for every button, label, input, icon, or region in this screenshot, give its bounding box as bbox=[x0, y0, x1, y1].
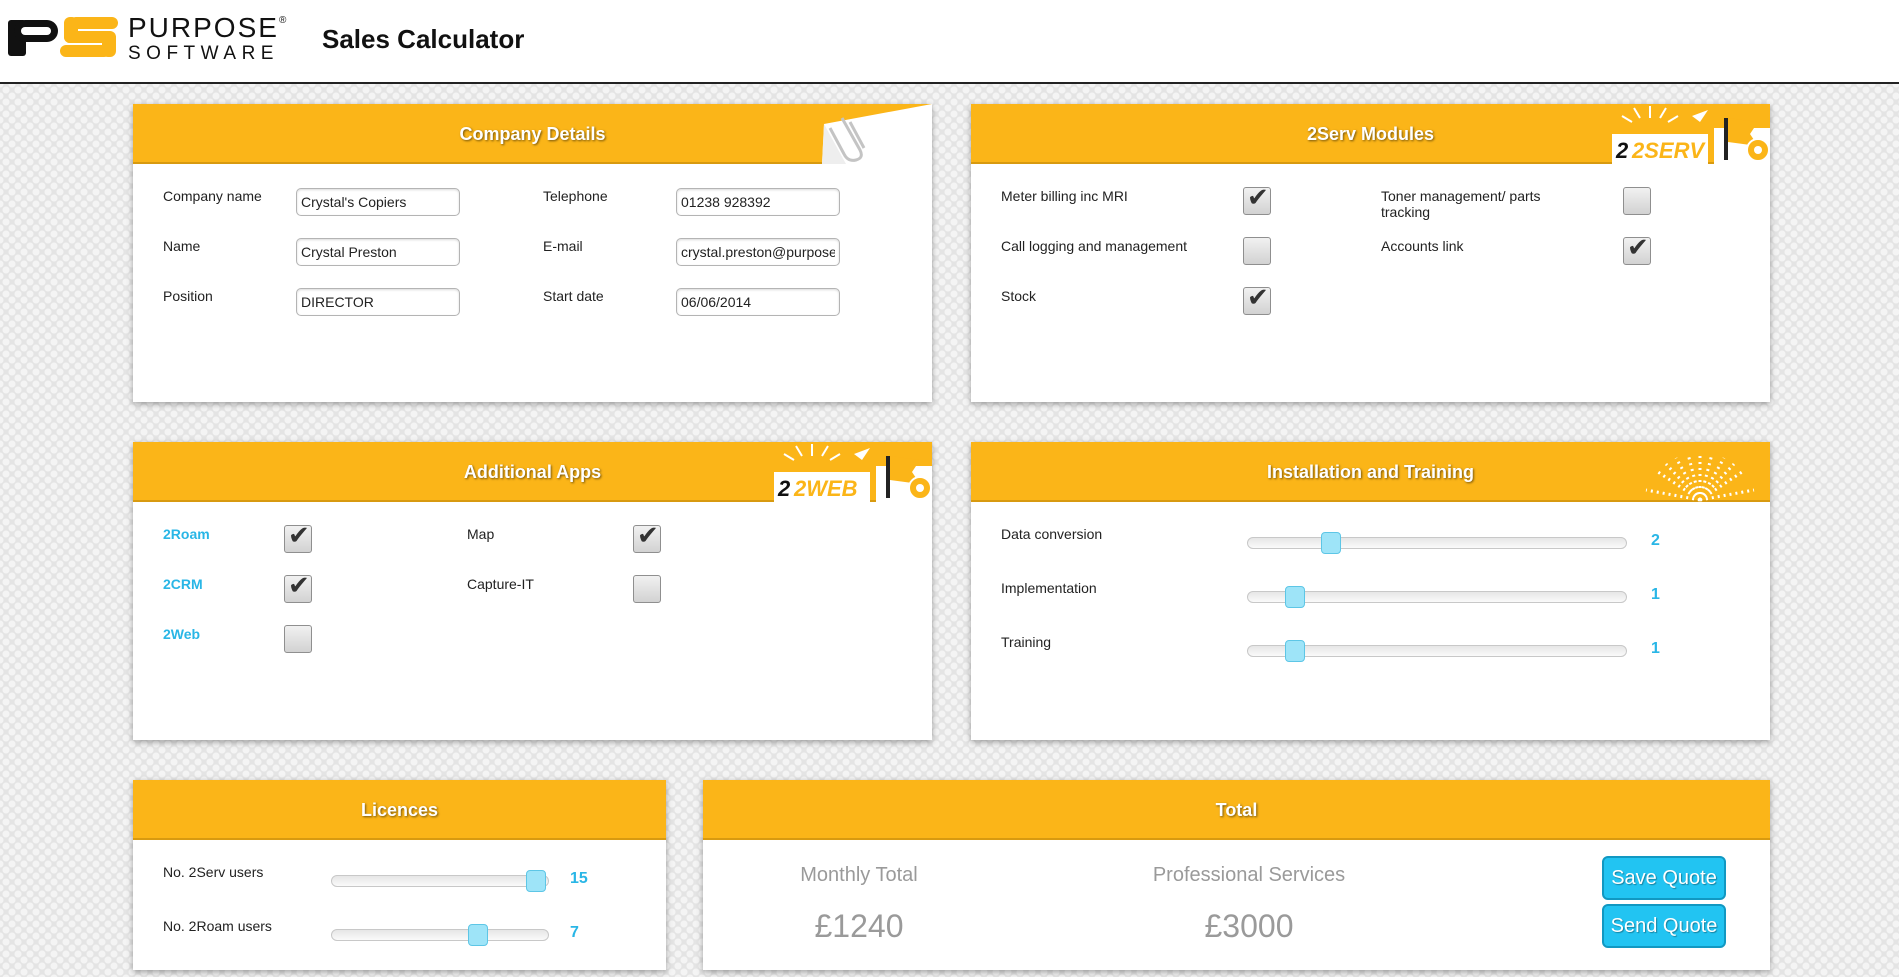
monthly-total-value: £1240 bbox=[814, 908, 904, 944]
module-label: Call logging and management bbox=[1001, 238, 1188, 254]
sunburst-icon bbox=[1645, 452, 1755, 502]
company-details-header: Company Details bbox=[133, 104, 932, 164]
installation-training-panel: Installation and Training Data conversio… bbox=[971, 442, 1770, 740]
paperclip-note-icon bbox=[822, 104, 932, 164]
purpose-software-logo bbox=[8, 17, 118, 57]
slider-label: No. 2Roam users bbox=[163, 918, 272, 934]
call-logging-checkbox[interactable]: ✔ bbox=[1243, 237, 1271, 265]
slider-value: 1 bbox=[1651, 586, 1660, 603]
app-label[interactable]: 2Web bbox=[163, 626, 200, 642]
2serv-modules-header: 2Serv Modules 2 2SERV bbox=[971, 104, 1770, 164]
2web-badge-icon: 2 2WEB bbox=[774, 444, 932, 502]
slider-label: Data conversion bbox=[1001, 526, 1103, 542]
company-name-input[interactable] bbox=[296, 188, 460, 216]
slider-handle[interactable] bbox=[1285, 586, 1306, 608]
app-label[interactable]: 2Roam bbox=[163, 526, 210, 542]
slider-value: 15 bbox=[570, 870, 588, 887]
slider-value: 2 bbox=[1651, 532, 1660, 549]
top-bar: PURPOSE® SOFTWARE Sales Calculator bbox=[0, 0, 1899, 84]
save-quote-button[interactable]: Save Quote bbox=[1602, 856, 1726, 900]
2roam-checkbox[interactable]: ✔ bbox=[284, 520, 312, 553]
total-header: Total bbox=[703, 780, 1770, 840]
slider-handle[interactable] bbox=[1285, 640, 1306, 662]
checkmark-icon: ✔ bbox=[288, 520, 310, 550]
logo-wordmark: PURPOSE® SOFTWARE bbox=[128, 12, 289, 64]
svg-text:2: 2 bbox=[1615, 138, 1629, 163]
slider-handle[interactable] bbox=[1320, 532, 1341, 554]
svg-text:2WEB: 2WEB bbox=[793, 476, 858, 501]
svg-text:2: 2 bbox=[777, 476, 791, 501]
toner-management-checkbox[interactable]: ✔ bbox=[1623, 187, 1651, 215]
app-label[interactable]: 2CRM bbox=[163, 576, 203, 592]
total-panel: Total Monthly Total £1240 Professional S… bbox=[703, 780, 1770, 970]
name-input[interactable] bbox=[296, 238, 460, 266]
checkmark-icon: ✔ bbox=[1627, 232, 1649, 262]
telephone-label: Telephone bbox=[543, 188, 608, 204]
start-date-input[interactable] bbox=[676, 288, 840, 316]
2serv-badge-icon: 2 2SERV bbox=[1612, 106, 1770, 164]
professional-services-value: £3000 bbox=[1204, 908, 1294, 944]
company-name-label: Company name bbox=[163, 188, 262, 204]
additional-apps-header: Additional Apps 2 2WEB bbox=[133, 442, 932, 502]
slider-value: 1 bbox=[1651, 640, 1660, 657]
page-title: Sales Calculator bbox=[322, 24, 525, 54]
installation-training-header: Installation and Training bbox=[971, 442, 1770, 502]
slider-label: No. 2Serv users bbox=[163, 864, 264, 880]
module-label: Accounts link bbox=[1381, 238, 1464, 254]
email-input[interactable] bbox=[676, 238, 840, 266]
implementation-slider[interactable] bbox=[1247, 586, 1627, 608]
panel-title: Total bbox=[1215, 800, 1258, 820]
name-label: Name bbox=[163, 238, 201, 254]
monthly-total-label: Monthly Total bbox=[800, 864, 918, 886]
stock-checkbox[interactable]: ✔ bbox=[1243, 282, 1271, 315]
send-quote-button[interactable]: Send Quote bbox=[1602, 904, 1726, 948]
professional-services-label: Professional Services bbox=[1152, 864, 1346, 886]
accounts-link-checkbox[interactable]: ✔ bbox=[1623, 232, 1651, 265]
licences-header: Licences bbox=[133, 780, 666, 840]
capture-it-checkbox[interactable]: ✔ bbox=[633, 575, 661, 603]
training-slider[interactable] bbox=[1247, 640, 1627, 662]
meter-billing-checkbox[interactable]: ✔ bbox=[1243, 182, 1271, 215]
panel-title: Licences bbox=[360, 800, 439, 820]
2serv-modules-panel: 2Serv Modules 2 2SERV Meter billing inc … bbox=[971, 104, 1770, 402]
app-label: Map bbox=[467, 526, 495, 542]
licences-panel: Licences No. 2Serv users 15 No. 2Roam us… bbox=[133, 780, 666, 970]
checkmark-icon: ✔ bbox=[1247, 282, 1269, 312]
company-details-panel: Company Details Company name Name Positi… bbox=[133, 104, 932, 402]
app-label: Capture-IT bbox=[467, 576, 534, 592]
module-label: Stock bbox=[1001, 288, 1037, 304]
2web-checkbox[interactable]: ✔ bbox=[284, 625, 312, 653]
start-date-label: Start date bbox=[543, 288, 604, 304]
position-input[interactable] bbox=[296, 288, 460, 316]
2serv-users-slider[interactable] bbox=[331, 870, 549, 892]
svg-text:2SERV: 2SERV bbox=[1631, 138, 1706, 163]
position-label: Position bbox=[163, 288, 213, 304]
2crm-checkbox[interactable]: ✔ bbox=[284, 570, 312, 603]
data-conversion-slider[interactable] bbox=[1247, 532, 1627, 554]
checkmark-icon: ✔ bbox=[1247, 182, 1269, 212]
slider-label: Training bbox=[1001, 634, 1052, 650]
slider-label: Implementation bbox=[1001, 580, 1097, 596]
slider-handle[interactable] bbox=[468, 924, 489, 946]
2roam-users-slider[interactable] bbox=[331, 924, 549, 946]
slider-value: 7 bbox=[570, 924, 579, 941]
email-label: E-mail bbox=[543, 238, 583, 254]
telephone-input[interactable] bbox=[676, 188, 840, 216]
module-label: Toner management/ parts tracking bbox=[1381, 188, 1541, 220]
module-label: Meter billing inc MRI bbox=[1001, 188, 1128, 204]
map-checkbox[interactable]: ✔ bbox=[633, 520, 661, 553]
checkmark-icon: ✔ bbox=[637, 520, 659, 550]
checkmark-icon: ✔ bbox=[288, 570, 310, 600]
slider-handle[interactable] bbox=[526, 870, 546, 892]
additional-apps-panel: Additional Apps 2 2WEB 2Roam ✔ 2CRM ✔ 2W… bbox=[133, 442, 932, 740]
